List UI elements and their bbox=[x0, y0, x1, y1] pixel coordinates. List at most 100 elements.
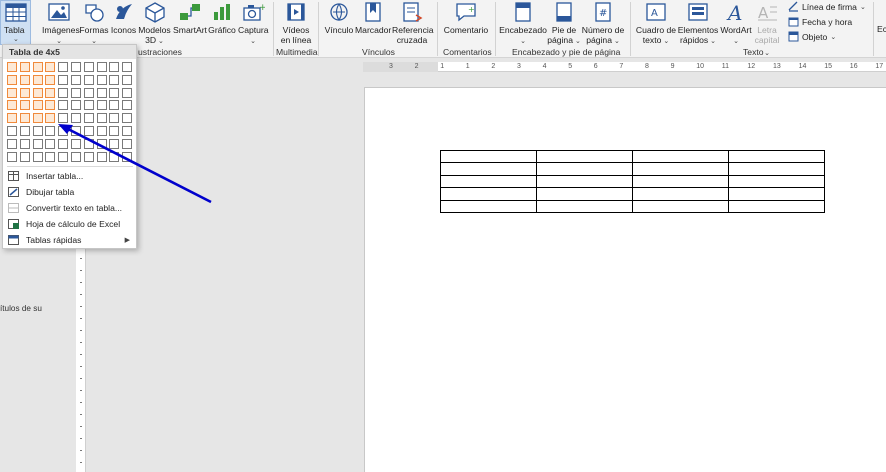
equation-button[interactable]: Ec bbox=[876, 24, 886, 34]
grid-cell[interactable] bbox=[32, 126, 43, 136]
grid-cell[interactable] bbox=[32, 74, 43, 85]
table-cell[interactable] bbox=[440, 162, 537, 176]
table-cell[interactable] bbox=[728, 149, 825, 164]
grid-cell[interactable] bbox=[71, 151, 81, 162]
horizontal-ruler[interactable]: 3 2 1 1 2 3 4 5 6 7 8 9 10 11 12 13 14 15 16 17 bbox=[363, 62, 886, 72]
grid-cell[interactable] bbox=[109, 151, 120, 162]
table-cell[interactable] bbox=[632, 149, 729, 164]
table-cell[interactable] bbox=[536, 187, 633, 201]
grid-cell[interactable] bbox=[45, 151, 56, 162]
smartart-button[interactable]: SmartArt bbox=[172, 0, 208, 35]
grid-cell[interactable] bbox=[71, 87, 81, 98]
grid-cell[interactable] bbox=[109, 87, 120, 98]
table-cell[interactable] bbox=[536, 149, 633, 164]
table-cell[interactable] bbox=[632, 162, 729, 176]
document-page[interactable] bbox=[364, 87, 886, 472]
cross-reference-button[interactable]: Referencia cruzada bbox=[392, 0, 434, 45]
bookmark-button[interactable]: Marcador bbox=[355, 0, 391, 35]
grid-cell[interactable] bbox=[45, 113, 56, 124]
grid-cell[interactable] bbox=[45, 100, 56, 111]
table-cell[interactable] bbox=[536, 199, 633, 213]
menu-item-draw-table[interactable]: Dibujar tabla bbox=[7, 184, 135, 199]
grid-cell[interactable] bbox=[96, 138, 107, 149]
table-cell[interactable] bbox=[728, 199, 825, 213]
table-cell[interactable] bbox=[536, 174, 633, 189]
grid-cell[interactable] bbox=[83, 62, 94, 72]
grid-cell[interactable] bbox=[32, 62, 43, 72]
grid-cell[interactable] bbox=[19, 74, 30, 85]
grid-cell[interactable] bbox=[122, 113, 133, 124]
grid-cell[interactable] bbox=[19, 126, 30, 136]
table-button[interactable]: Tabla ⌄ bbox=[0, 0, 31, 45]
grid-cell[interactable] bbox=[122, 126, 133, 136]
shapes-button[interactable]: Formas ⌄ bbox=[79, 0, 109, 47]
grid-cell[interactable] bbox=[83, 138, 94, 149]
grid-cell[interactable] bbox=[19, 87, 30, 98]
grid-cell[interactable] bbox=[71, 138, 81, 149]
table-cell[interactable] bbox=[440, 199, 537, 213]
grid-cell[interactable] bbox=[58, 126, 69, 136]
grid-cell[interactable] bbox=[122, 62, 133, 72]
grid-cell[interactable] bbox=[45, 74, 56, 85]
table-cell[interactable] bbox=[728, 174, 825, 189]
wordart-button[interactable]: A WordArt ⌄ bbox=[718, 0, 754, 47]
grid-cell[interactable] bbox=[109, 74, 120, 85]
grid-cell[interactable] bbox=[71, 126, 81, 136]
comment-button[interactable]: + Comentario bbox=[441, 0, 491, 35]
table-cell[interactable] bbox=[632, 174, 729, 189]
grid-cell[interactable] bbox=[109, 138, 120, 149]
table-cell[interactable] bbox=[440, 187, 537, 201]
grid-cell[interactable] bbox=[96, 151, 107, 162]
header-button[interactable]: Encabezado ⌄ bbox=[499, 0, 547, 47]
grid-cell[interactable] bbox=[7, 74, 17, 85]
grid-cell[interactable] bbox=[83, 113, 94, 124]
grid-cell[interactable] bbox=[32, 113, 43, 124]
link-button[interactable]: Vínculo bbox=[322, 0, 356, 35]
page-number-button[interactable]: # Número de página ⌄ bbox=[581, 0, 625, 47]
grid-cell[interactable] bbox=[7, 126, 17, 136]
grid-cell[interactable] bbox=[58, 138, 69, 149]
signature-line-button[interactable]: Línea de firma ⌄ bbox=[788, 1, 866, 12]
grid-cell[interactable] bbox=[71, 113, 81, 124]
object-button[interactable]: Objeto ⌄ bbox=[788, 31, 836, 42]
grid-cell[interactable] bbox=[58, 113, 69, 124]
grid-cell[interactable] bbox=[7, 151, 17, 162]
grid-cell[interactable] bbox=[109, 126, 120, 136]
grid-cell[interactable] bbox=[96, 113, 107, 124]
grid-cell[interactable] bbox=[58, 74, 69, 85]
grid-cell[interactable] bbox=[122, 74, 133, 85]
3d-models-button[interactable]: Modelos 3D ⌄ bbox=[138, 0, 171, 47]
table-cell[interactable] bbox=[536, 162, 633, 176]
menu-item-excel-spreadsheet[interactable]: Hoja de cálculo de Excel bbox=[7, 216, 135, 231]
online-videos-button[interactable]: Vídeos en línea bbox=[279, 0, 313, 45]
grid-cell[interactable] bbox=[96, 74, 107, 85]
grid-cell[interactable] bbox=[109, 113, 120, 124]
menu-item-insert-table[interactable]: Insertar tabla... bbox=[7, 168, 135, 183]
grid-cell[interactable] bbox=[109, 62, 120, 72]
grid-cell[interactable] bbox=[83, 74, 94, 85]
grid-cell[interactable] bbox=[32, 151, 43, 162]
text-box-button[interactable]: A Cuadro de texto ⌄ bbox=[634, 0, 678, 47]
grid-cell[interactable] bbox=[71, 100, 81, 111]
icons-button[interactable]: Iconos bbox=[110, 0, 137, 35]
grid-cell[interactable] bbox=[45, 87, 56, 98]
menu-item-convert-text[interactable]: Convertir texto en tabla... bbox=[7, 200, 135, 215]
grid-cell[interactable] bbox=[7, 62, 17, 72]
table-cell[interactable] bbox=[440, 174, 537, 189]
chart-button[interactable]: Gráfico bbox=[208, 0, 236, 35]
grid-cell[interactable] bbox=[32, 100, 43, 111]
table-cell[interactable] bbox=[728, 187, 825, 201]
images-button[interactable]: Imágenes ⌄ bbox=[42, 0, 80, 47]
footer-button[interactable]: Pie de página ⌄ bbox=[546, 0, 582, 47]
grid-cell[interactable] bbox=[96, 126, 107, 136]
grid-cell[interactable] bbox=[122, 138, 133, 149]
grid-cell[interactable] bbox=[19, 138, 30, 149]
grid-cell[interactable] bbox=[32, 138, 43, 149]
menu-item-quick-tables[interactable]: Tablas rápidas ▶ bbox=[7, 232, 135, 247]
table-cell[interactable] bbox=[728, 162, 825, 176]
grid-cell[interactable] bbox=[109, 100, 120, 111]
grid-cell[interactable] bbox=[32, 87, 43, 98]
screenshot-button[interactable]: + Captura ⌄ bbox=[238, 0, 269, 47]
grid-cell[interactable] bbox=[122, 151, 133, 162]
grid-cell[interactable] bbox=[83, 100, 94, 111]
